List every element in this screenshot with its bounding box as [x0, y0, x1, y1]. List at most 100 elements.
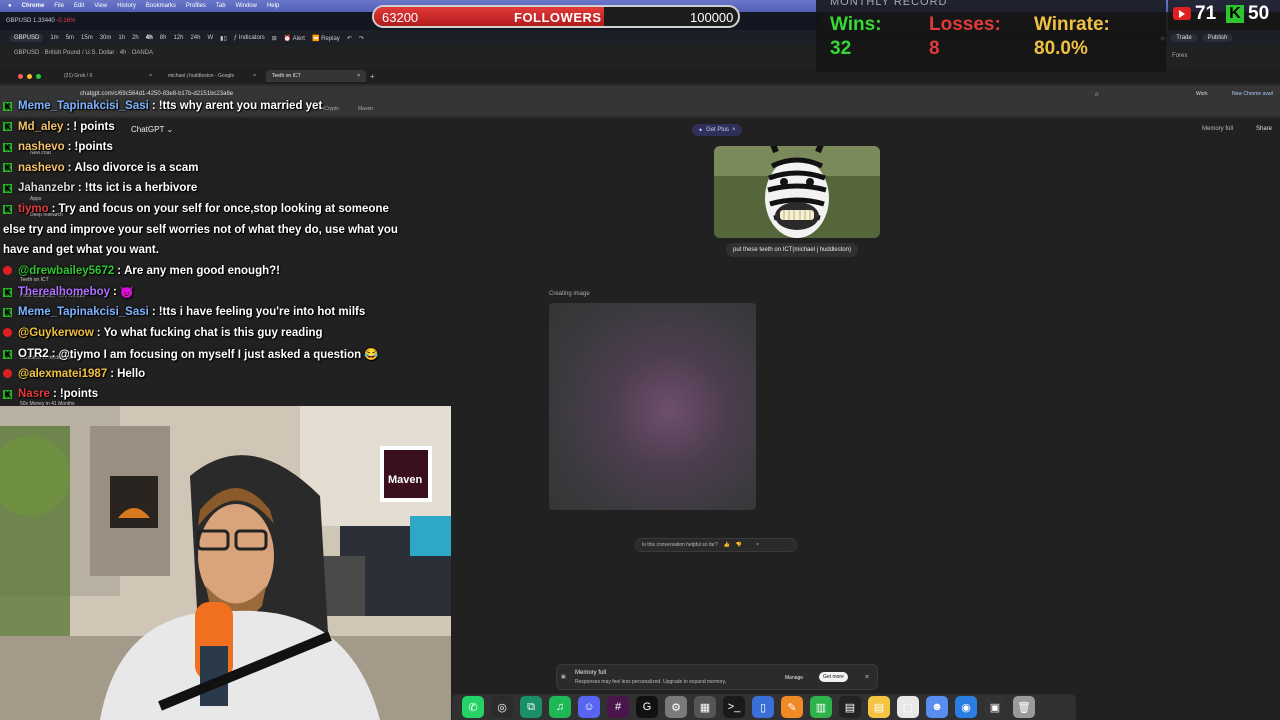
pages-icon[interactable]: ✎ — [781, 696, 803, 718]
redo-icon[interactable]: ↷ — [359, 35, 364, 42]
chat-message-text: Try and focus on your self for once,stop… — [58, 203, 389, 215]
chat-message: have and get what you want. — [3, 244, 159, 256]
menu-item-file[interactable]: File — [54, 3, 64, 9]
tv-interval-8h[interactable]: 8h — [160, 35, 167, 41]
menu-item-tab[interactable]: Tab — [216, 3, 226, 9]
tv-replay-button[interactable]: ⏪ Replay — [312, 35, 340, 42]
tv-interval-2h[interactable]: 2h — [132, 35, 139, 41]
new-chrome-notice[interactable]: New Chrome avail — [1232, 91, 1273, 97]
followers-label: FOLLOWERS — [514, 10, 602, 25]
trade-button[interactable]: Trade — [1171, 34, 1197, 42]
logitech-icon[interactable]: G — [636, 696, 658, 718]
tv-symbol-info: GBPUSD · British Pound / U.S. Dollar · 4… — [14, 50, 154, 56]
tv-symbol-search[interactable]: GBPUSD — [10, 34, 44, 42]
undo-icon[interactable]: ↶ — [347, 35, 352, 42]
publish-button[interactable]: Publish — [1202, 34, 1233, 42]
share-button[interactable]: Share — [1256, 126, 1272, 132]
profile-chip[interactable]: Work — [1196, 91, 1208, 97]
tab-close-icon[interactable]: × — [357, 73, 360, 79]
chat-username: @Guykerwow — [18, 326, 94, 339]
tv-interval-24h[interactable]: 24h — [190, 35, 200, 41]
candles-icon[interactable]: ▮▯ — [220, 35, 227, 42]
tv-interval-15m[interactable]: 15m — [81, 35, 93, 41]
safari-icon[interactable]: ◉ — [955, 696, 977, 718]
spotify-icon[interactable]: ♫ — [549, 696, 571, 718]
menu-item-help[interactable]: Help — [267, 3, 279, 9]
terminal-icon[interactable]: >_ — [723, 696, 745, 718]
tv-interval-30m[interactable]: 30m — [100, 35, 112, 41]
menu-apple-icon[interactable]: ● — [8, 3, 12, 9]
chat-message: Knashevo: !points — [3, 141, 113, 153]
get-more-button[interactable]: Get more — [819, 672, 848, 682]
calculator-icon[interactable]: ▦ — [694, 696, 716, 718]
chat-username: Md_aley — [18, 120, 64, 133]
tab-close-icon[interactable]: × — [149, 73, 152, 79]
notes-icon[interactable]: ▤ — [868, 696, 890, 718]
uploaded-zebra-image[interactable] — [714, 146, 880, 238]
zoom-window-icon[interactable] — [36, 73, 41, 79]
chat-username: tiymo — [18, 203, 49, 215]
whatsapp-icon[interactable]: ✆ — [462, 696, 484, 718]
openai-icon[interactable]: ◎ — [491, 696, 513, 718]
tv-interval-12h[interactable]: 12h — [173, 35, 183, 41]
bookmark-star-icon[interactable]: ☆ — [1094, 91, 1099, 98]
tab-teeth-on-ict[interactable]: Teeth on ICT × — [266, 70, 366, 82]
youtube-icon — [3, 369, 12, 379]
tv-interval-1h[interactable]: 1h — [118, 35, 125, 41]
chat-username: Nasre — [18, 388, 50, 401]
tv-indicators-button[interactable]: ƒ Indicators — [234, 35, 265, 41]
chat-separator: : — [66, 120, 71, 133]
close-icon[interactable]: × — [865, 674, 869, 681]
manage-memory-button[interactable]: Manage — [785, 675, 803, 681]
activity-icon[interactable]: ▤ — [839, 696, 861, 718]
tv-interval-w[interactable]: W — [207, 35, 213, 41]
minimize-window-icon[interactable] — [27, 73, 32, 79]
chat-separator: : — [52, 388, 57, 401]
menu-item-history[interactable]: History — [117, 3, 136, 9]
copilot-icon[interactable]: ⧉ — [520, 696, 542, 718]
tab-grok[interactable]: (21) Grok / X × — [58, 70, 158, 82]
files-icon[interactable]: ▯ — [752, 696, 774, 718]
new-tab-icon[interactable]: + — [370, 72, 375, 81]
close-icon[interactable]: × — [732, 127, 736, 133]
menu-item-edit[interactable]: Edit — [74, 3, 84, 9]
url-text[interactable]: chatgpt.com/c/69c564d1-4250-83e8-b17b-d2… — [80, 91, 233, 97]
losses-value: 8 — [929, 38, 940, 59]
chat-username: Meme_Tapinakcisi_Sasi — [18, 306, 149, 318]
tv-interval-4h[interactable]: 4h — [146, 35, 153, 41]
get-plus-button[interactable]: ✦ Get Plus × — [692, 124, 742, 136]
tv-interval-5m[interactable]: 5m — [66, 35, 74, 41]
tv-symbol-tab[interactable]: GBPUSD 1.33440 -0.16% — [6, 18, 75, 24]
tv-alert-button[interactable]: ⏰ Alert — [284, 35, 305, 42]
kick-icon: K — [3, 122, 12, 132]
menu-app-name[interactable]: Chrome — [22, 3, 45, 9]
menu-item-view[interactable]: View — [94, 3, 107, 9]
tab-google[interactable]: michael j huddleston - Google × — [162, 70, 262, 82]
menu-item-profiles[interactable]: Profiles — [186, 3, 206, 9]
memory-full-indicator[interactable]: Memory full — [1202, 126, 1233, 132]
tv-forex-label[interactable]: Forex — [1172, 53, 1187, 59]
menu-item-bookmarks[interactable]: Bookmarks — [146, 3, 176, 9]
close-icon[interactable]: × — [756, 542, 759, 548]
tv-interval-1m[interactable]: 1m — [50, 35, 58, 41]
discord-icon[interactable]: ☺ — [578, 696, 600, 718]
close-window-icon[interactable] — [18, 73, 23, 79]
tab-close-icon[interactable]: × — [253, 73, 256, 79]
numbers-icon[interactable]: ▥ — [810, 696, 832, 718]
thumbs-up-icon[interactable]: 👍 — [724, 542, 730, 548]
photo-icon[interactable]: ▣ — [984, 696, 1006, 718]
chat-message: @alexmatei1987: Hello — [3, 368, 145, 380]
trash-icon[interactable]: 🗑 — [1013, 696, 1035, 718]
sparkle-icon: ✦ — [698, 127, 704, 134]
chat-separator: : — [96, 326, 101, 339]
chat-message: @Guykerwow: Yo what fucking chat is this… — [3, 327, 323, 339]
thumbs-down-icon[interactable]: 👎 — [736, 542, 742, 548]
finder-icon[interactable]: ☻ — [926, 696, 948, 718]
settings-icon[interactable]: ⚙ — [665, 696, 687, 718]
preview-icon[interactable]: ▢ — [897, 696, 919, 718]
tradingview-right-actions: ◉ Trade Publish — [1160, 30, 1280, 46]
slack-icon[interactable]: # — [607, 696, 629, 718]
chat-username: Meme_Tapinakcisi_Sasi — [18, 100, 149, 112]
menu-item-window[interactable]: Window — [236, 3, 257, 9]
layout-icon[interactable]: ⊞ — [272, 35, 277, 42]
